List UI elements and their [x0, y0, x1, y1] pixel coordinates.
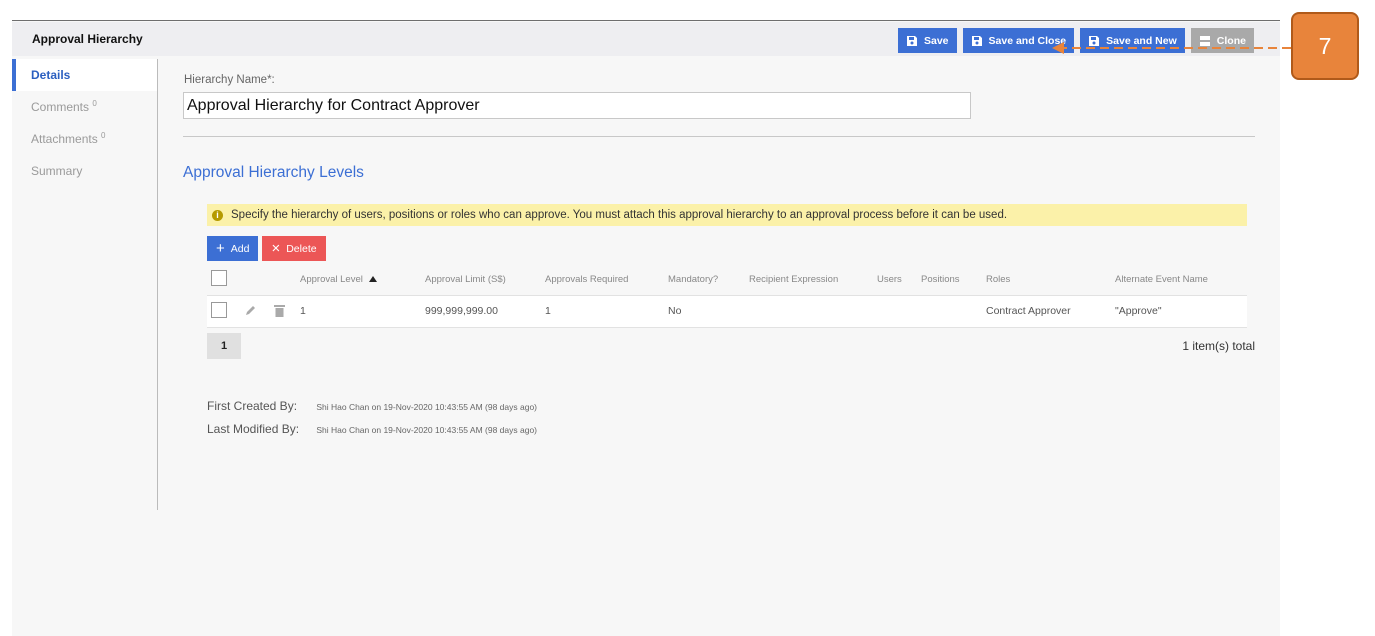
callout-arrow	[1052, 42, 1291, 54]
callout-number: 7	[1318, 32, 1332, 59]
step-callout: 7	[1291, 12, 1359, 80]
